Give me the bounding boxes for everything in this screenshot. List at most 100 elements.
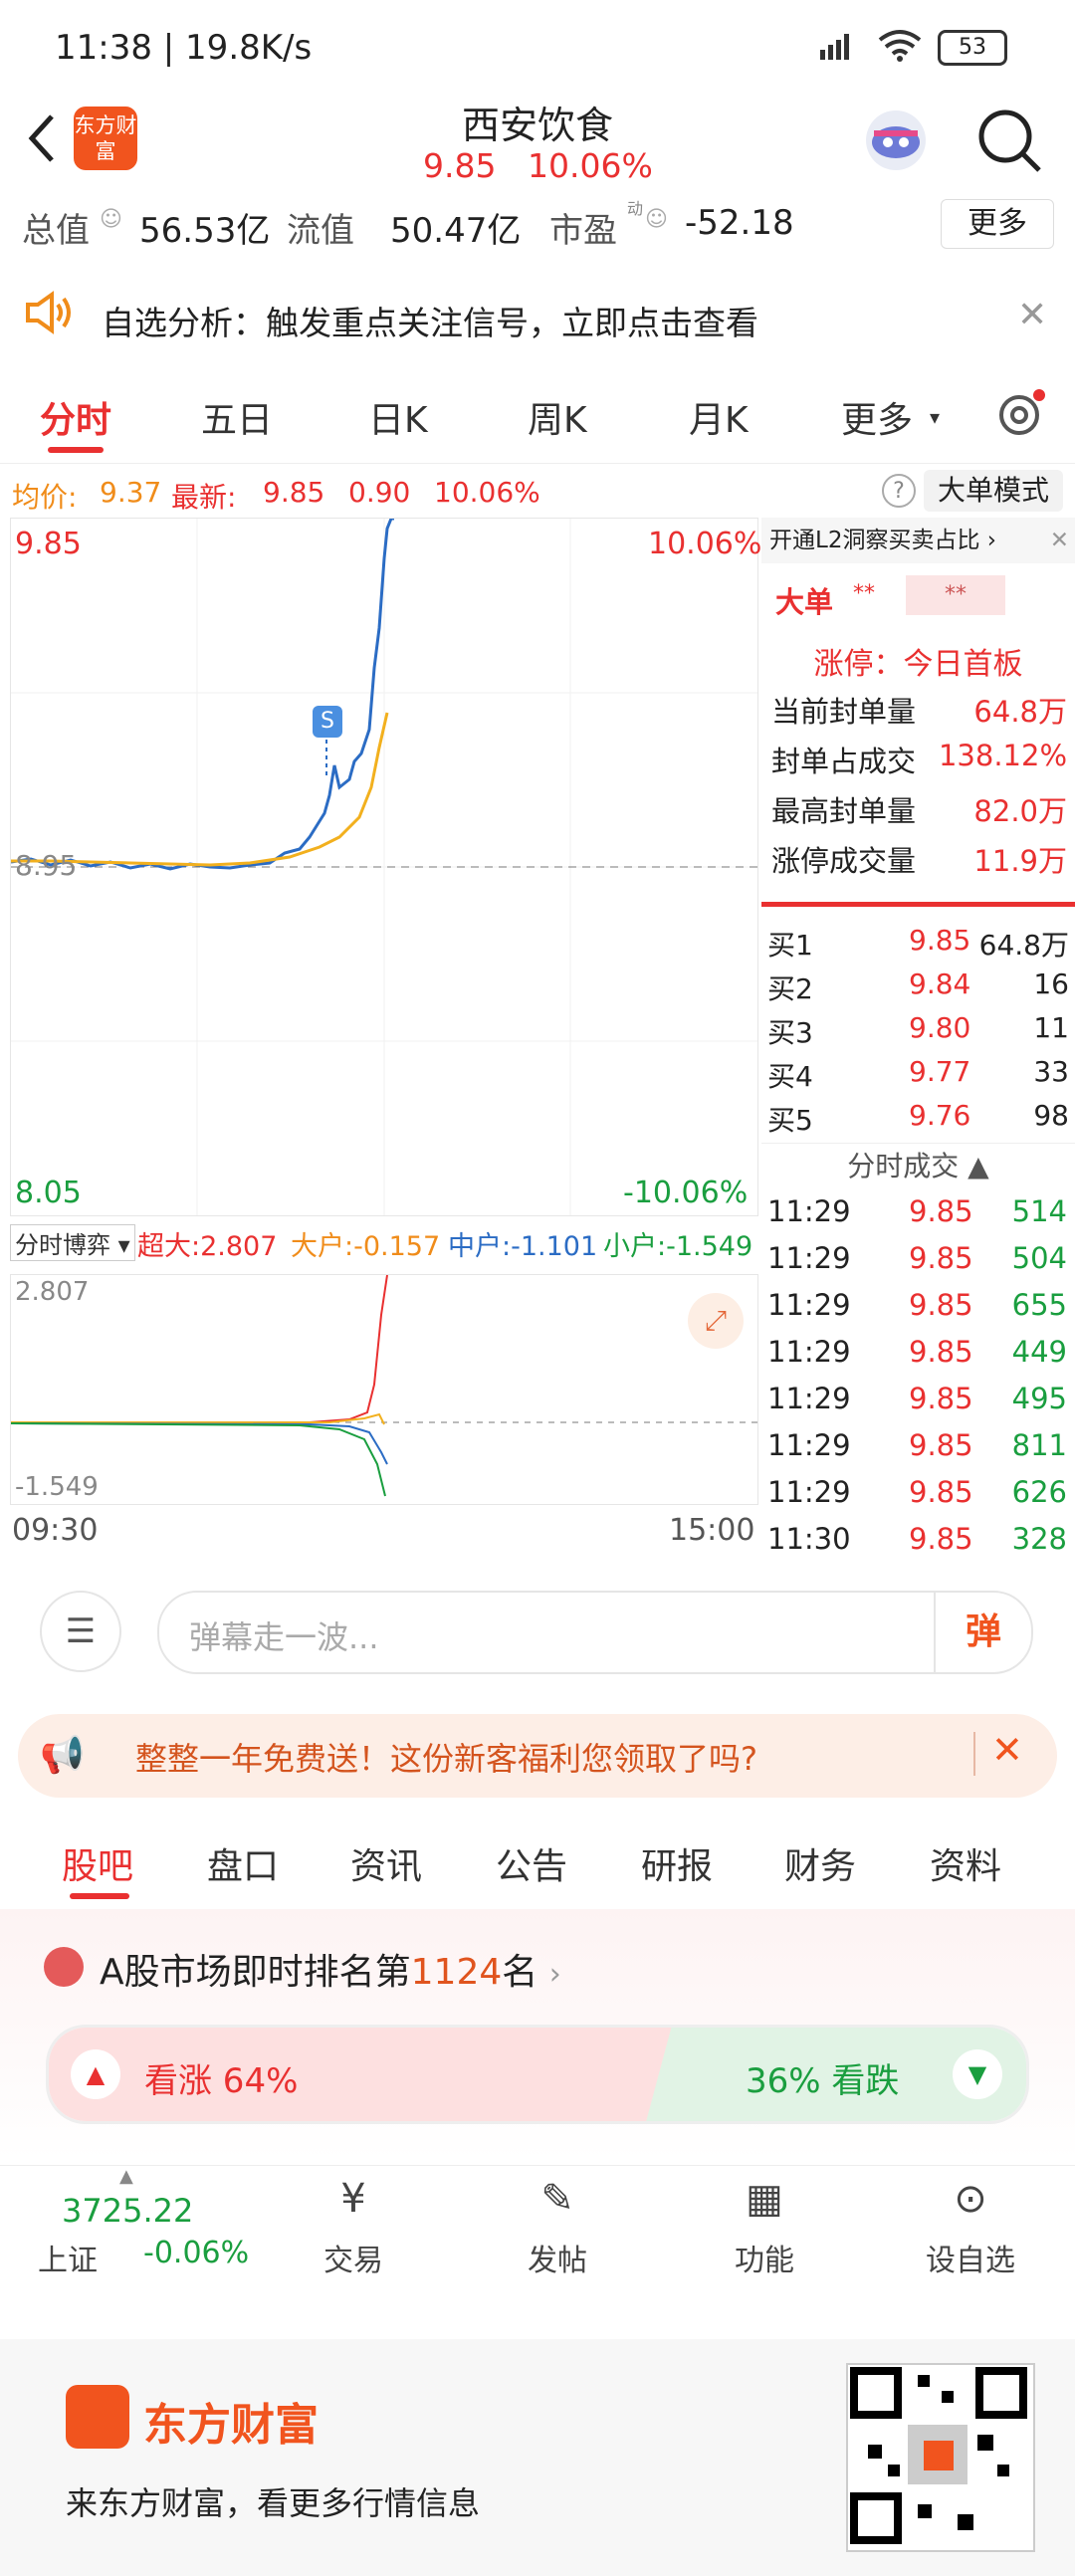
more-metrics-button[interactable]: 更多 — [941, 199, 1054, 249]
search-icon[interactable] — [975, 107, 1045, 176]
index-name: 上证 — [38, 2244, 98, 2278]
index-widget[interactable]: ▲ 3725.22 上证 -0.06% — [20, 2166, 259, 2295]
community-panel: A股市场即时排名第1124名 › ▲ 看涨 64% 36% 看跌 ▼ — [0, 1909, 1075, 2160]
tab-month-k[interactable]: 月K — [689, 391, 749, 443]
latest-value: 9.85 — [263, 476, 325, 509]
metrics-row: 总值 ☺ 56.53亿 流值 50.47亿 市盈 动 ☺ -52.18 更多 — [0, 195, 1075, 255]
stat-label: 当前封单量 — [771, 695, 917, 729]
trade-row: 11:29 9.85 495 — [761, 1382, 1075, 1425]
ranking-text[interactable]: A股市场即时排名第1124名 › — [100, 1943, 561, 1995]
status-bar: 11:38 | 19.8K/s 53 — [0, 0, 1075, 95]
trade-row: 11:29 9.85 504 — [761, 1241, 1075, 1285]
flow-top-value: 2.807 — [15, 1277, 90, 1307]
flow-bottom-value: -1.549 — [15, 1472, 99, 1502]
sell-marker[interactable]: S — [313, 706, 342, 738]
tab-more[interactable]: 更多 — [841, 391, 913, 443]
trade-vol: 328 — [1011, 1522, 1067, 1556]
trade-time: 11:29 — [767, 1428, 851, 1462]
trade-vol: 504 — [1011, 1241, 1067, 1275]
trade-price: 9.85 — [909, 1194, 973, 1228]
avg-label: 均价: — [12, 481, 78, 514]
trade-vol: 811 — [1011, 1428, 1067, 1462]
trade-row: 11:29 9.85 449 — [761, 1335, 1075, 1379]
help-icon[interactable]: ? — [882, 474, 916, 508]
ranking-suffix: 名 — [502, 1952, 538, 1993]
bid-vol: 33 — [1033, 1055, 1069, 1088]
tab-five-day[interactable]: 五日 — [201, 391, 273, 443]
page-title: 西安饮食 — [461, 104, 613, 147]
sentiment-up-label: 看涨 64% — [144, 2061, 299, 2101]
time-start: 09:30 — [12, 1513, 99, 1548]
tab-finance[interactable]: 财务 — [784, 1837, 856, 1889]
big-order-val2: ** — [906, 575, 1005, 615]
bid-label: 买1 — [767, 929, 813, 962]
trade-icon: ¥ — [340, 2176, 366, 2222]
trade-row: 11:29 9.85 514 — [761, 1194, 1075, 1238]
tab-profile[interactable]: 资料 — [930, 1837, 1001, 1889]
tab-active-indicator — [48, 447, 104, 453]
big-order-mode-button[interactable]: 大单模式 — [924, 470, 1063, 512]
sentiment-up-area[interactable]: ▲ 看涨 64% — [49, 2028, 678, 2121]
bid-label: 买2 — [767, 972, 813, 1005]
flow-panel: 分时博弈 ▾ 超大:2.807 大户:-0.157 中户:-1.101 小户:-… — [10, 1216, 758, 1548]
tab-pankou[interactable]: 盘口 — [207, 1837, 279, 1889]
nav-functions[interactable]: ▦ 功能 — [665, 2166, 864, 2279]
pe-dyn-tag: 动 — [627, 199, 644, 218]
close-icon[interactable]: ✕ — [1050, 518, 1069, 563]
close-icon[interactable]: ✕ — [1017, 295, 1047, 335]
gear-icon[interactable] — [991, 387, 1047, 443]
bid-row: 买5 9.76 98 — [761, 1099, 1075, 1143]
trade-time: 11:29 — [767, 1335, 851, 1369]
expand-icon[interactable]: ⤢ — [688, 1293, 744, 1349]
stat-row: 当前封单量 64.8万 — [761, 689, 1075, 733]
stat-label: 封单占成交 — [771, 745, 917, 778]
tab-day-k[interactable]: 日K — [368, 391, 428, 443]
robot-assistant-icon[interactable] — [858, 101, 934, 176]
section-tabs: 股吧 盘口 资讯 公告 研报 财务 资料 — [0, 1814, 1075, 1908]
trade-time: 11:30 — [767, 1522, 851, 1556]
nav-trade[interactable]: ¥ 交易 — [254, 2166, 453, 2279]
bid-price: 9.85 — [909, 924, 971, 957]
megaphone-icon: 📢 — [40, 1735, 85, 1776]
flow-large: 大户:-0.157 — [291, 1231, 441, 1262]
tab-timeshare[interactable]: 分时 — [40, 391, 111, 443]
tab-announcement[interactable]: 公告 — [496, 1837, 567, 1889]
bid-vol: 98 — [1033, 1099, 1069, 1132]
sentiment-bar: ▲ 看涨 64% 36% 看跌 ▼ — [46, 2025, 1029, 2124]
tab-week-k[interactable]: 周K — [528, 391, 587, 443]
nav-post[interactable]: ✎ 发帖 — [458, 2166, 657, 2279]
flow-dropdown[interactable]: 分时博弈 ▾ — [10, 1224, 135, 1261]
tab-guba[interactable]: 股吧 — [62, 1837, 133, 1889]
chart-high-pct: 10.06% — [648, 527, 762, 561]
bid-vol: 16 — [1033, 967, 1069, 1000]
intraday-chart[interactable]: 9.85 10.06% 8.95 8.05 -10.06% S — [10, 518, 762, 1216]
nav-add-watchlist[interactable]: ⊙ 设自选 — [871, 2166, 1070, 2279]
trade-row: 11:29 9.85 655 — [761, 1288, 1075, 1332]
danmu-input[interactable]: 弹幕走一波... 弹 — [157, 1591, 1033, 1674]
bid-label: 买4 — [767, 1060, 813, 1093]
pe-info-icon: ☺ — [645, 207, 668, 232]
ranking-number: 1124 — [410, 1952, 503, 1993]
header-change-pct: 10.06% — [528, 146, 653, 185]
trade-price: 9.85 — [909, 1475, 973, 1509]
tab-news[interactable]: 资讯 — [350, 1837, 422, 1889]
trades-header[interactable]: 分时成交 ▲ — [761, 1143, 1075, 1189]
trade-row: 11:29 9.85 811 — [761, 1428, 1075, 1472]
sentiment-down-area[interactable]: 36% 看跌 ▼ — [686, 2028, 1026, 2121]
close-icon[interactable]: ✕ — [991, 1728, 1023, 1772]
flow-mid: 中户:-1.101 — [448, 1231, 598, 1262]
l2-link[interactable]: 开通L2洞察买卖占比 › ✕ — [761, 518, 1075, 563]
danmu-button[interactable]: 弹 — [934, 1593, 1031, 1672]
settings-list-icon[interactable]: ☰ — [40, 1591, 121, 1672]
chevron-down-icon: ▾ — [930, 405, 941, 429]
back-icon[interactable] — [22, 108, 62, 168]
footer: 东方财富 来东方财富，看更多行情信息 — [0, 2339, 1075, 2576]
stat-label: 最高封单量 — [771, 794, 917, 828]
footer-brand: 东方财富 — [143, 2400, 319, 2451]
flow-small: 小户:-1.549 — [603, 1231, 753, 1262]
analysis-banner[interactable]: 自选分析：触发重点关注信号，立即点击查看 ✕ — [0, 277, 1075, 356]
promo-banner[interactable]: 📢 整整一年免费送！这份新客福利您领取了吗? ✕ — [18, 1714, 1057, 1798]
tab-research[interactable]: 研报 — [641, 1837, 713, 1889]
trade-time: 11:29 — [767, 1382, 851, 1415]
tab-active-indicator — [70, 1893, 129, 1899]
